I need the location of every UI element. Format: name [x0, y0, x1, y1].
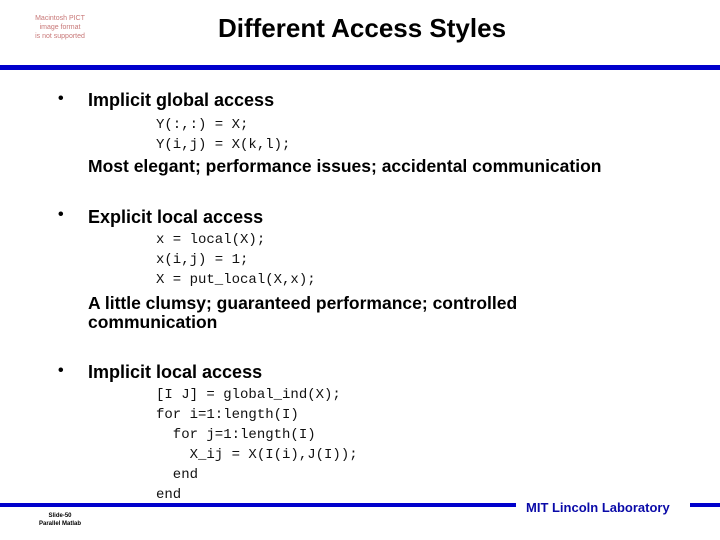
code-line: for i=1:length(I)	[156, 407, 299, 423]
bullet-icon: •	[58, 362, 64, 379]
footer-divider	[690, 503, 720, 507]
code-line: end	[156, 487, 182, 503]
code-line: [I J] = global_ind(X);	[156, 387, 341, 403]
section-heading: Explicit local access	[88, 207, 264, 227]
slide-title: Different Access Styles	[217, 13, 507, 43]
title-divider	[0, 65, 720, 70]
slide-number: Slide-50	[48, 513, 72, 519]
section-heading: Implicit global access	[88, 90, 275, 110]
code-block: x = local(X); x(i,j) = 1; X = put_local(X,…	[156, 230, 316, 290]
code-line: end	[156, 467, 199, 483]
code-line: for j=1:length(I)	[156, 427, 316, 443]
code-block: [I J] = global_ind(X); for i=1:length(I) …	[156, 385, 358, 505]
bullet-icon: •	[58, 90, 64, 107]
organization-label: MIT Lincoln Laboratory	[526, 500, 670, 515]
code-line: Y(:,:) = X;	[156, 117, 249, 133]
deck-name: Parallel Matlab	[38, 521, 82, 527]
footer-divider	[0, 503, 516, 507]
bullet-icon: •	[58, 206, 64, 223]
section-heading: Implicit local access	[88, 362, 263, 382]
slide-footer: Slide-50 Parallel Matlab	[24, 512, 96, 528]
code-block: Y(:,:) = X; Y(i,j) = X(k,l);	[156, 115, 290, 155]
code-line: Y(i,j) = X(k,l);	[156, 137, 291, 153]
code-line: x(i,j) = 1;	[156, 252, 249, 268]
section-note: Most elegant; performance issues; accide…	[88, 156, 602, 176]
section-note: A little clumsy; guaranteed performance;…	[88, 293, 518, 332]
code-line: X_ij = X(I(i),J(I));	[156, 447, 358, 463]
code-line: x = local(X);	[156, 232, 266, 248]
code-line: X = put_local(X,x);	[156, 272, 316, 288]
